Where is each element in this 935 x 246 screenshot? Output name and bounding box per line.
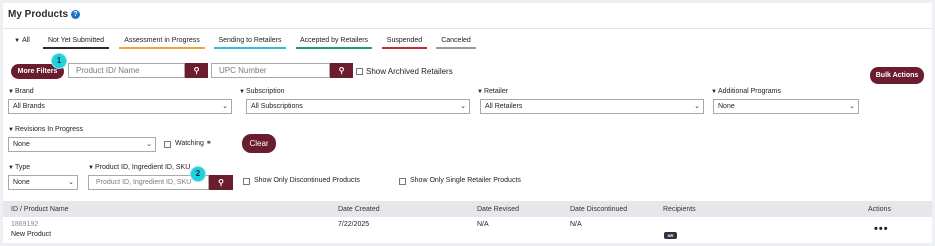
retailer-select[interactable]: All Retailers ⌄ — [480, 99, 704, 114]
table-header — [3, 201, 932, 217]
column-header-recipients: Recipients — [663, 206, 696, 213]
additional-programs-label: ▼Additional Programs — [711, 88, 781, 95]
chevron-down-icon: ⌄ — [694, 103, 700, 110]
show-archived-label: Show Archived Retailers — [366, 67, 453, 76]
search-icon: ⚲ — [193, 66, 200, 75]
tab-all[interactable]: ▼ All — [11, 36, 33, 49]
product-id-label: ▼Product ID, Ingredient ID, SKU — [88, 164, 191, 171]
tab-canceled[interactable]: Canceled — [436, 36, 476, 49]
single-retailer-checkbox[interactable] — [399, 178, 406, 185]
product-id-search-button[interactable]: ⚲ — [209, 175, 233, 190]
filter-icon: ▼ — [711, 89, 717, 95]
single-retailer-label: Show Only Single Retailer Products — [410, 177, 521, 184]
subscription-label: ▼Subscription — [239, 88, 285, 95]
clear-button[interactable]: Clear — [242, 134, 276, 153]
retailer-label: ▼Retailer — [477, 88, 509, 95]
search-icon: ⚲ — [338, 66, 345, 75]
product-id-link[interactable]: 1869192 — [11, 221, 38, 228]
date-discontinued-cell: N/A — [570, 221, 582, 228]
filter-icon: ▼ — [8, 165, 14, 171]
upc-search-button[interactable]: ⚲ — [330, 63, 353, 78]
divider — [3, 28, 932, 29]
type-select[interactable]: None ⌄ — [8, 175, 78, 190]
product-search-input[interactable]: Product ID/ Name — [68, 63, 185, 78]
tab-not-yet-submitted[interactable]: Not Yet Submitted — [43, 36, 109, 49]
chevron-down-icon: ⌄ — [849, 103, 855, 110]
product-name: New Product — [11, 231, 52, 238]
discontinued-label: Show Only Discontinued Products — [254, 177, 360, 184]
column-header-actions: Actions — [868, 206, 891, 213]
chevron-down-icon: ⌄ — [460, 103, 466, 110]
more-icon: ••• — [874, 223, 889, 235]
bulk-actions-button[interactable]: Bulk Actions — [870, 67, 924, 84]
filter-icon: ▼ — [14, 38, 21, 44]
upc-search-input[interactable]: UPC Number — [211, 63, 330, 78]
subscription-select[interactable]: All Subscriptions ⌄ — [246, 99, 470, 114]
recipient-badge: NR — [664, 232, 677, 239]
filter-icon: ▼ — [477, 89, 483, 95]
revisions-select[interactable]: None ⌄ — [8, 137, 156, 152]
show-archived-checkbox[interactable] — [356, 68, 363, 75]
product-search-button[interactable]: ⚲ — [185, 63, 208, 78]
filter-icon: ▼ — [8, 89, 14, 95]
tab-assessment-in-progress[interactable]: Assessment in Progress — [119, 36, 205, 49]
discontinued-checkbox[interactable] — [243, 178, 250, 185]
additional-programs-select[interactable]: None ⌄ — [713, 99, 859, 114]
column-header-date-revised[interactable]: Date Revised — [477, 206, 519, 213]
row-actions-menu[interactable]: ••• — [874, 223, 889, 235]
type-label: ▼Type — [8, 164, 31, 171]
date-created-cell: 7/22/2025 — [338, 221, 370, 228]
question-circle-icon[interactable]: ? — [71, 10, 81, 19]
column-header-date-discontinued[interactable]: Date Discontinued — [570, 206, 627, 213]
column-header-date-created[interactable]: Date Created — [338, 206, 380, 213]
revisions-label: ▼Revisions In Progress — [8, 126, 84, 133]
brand-label: ▼Brand — [8, 88, 34, 95]
watching-label: Watching ⚭ — [175, 140, 212, 147]
search-icon: ⚲ — [218, 178, 224, 187]
page-title: My Products? — [8, 9, 81, 20]
filter-icon: ▼ — [8, 127, 14, 133]
filter-icon: ▼ — [88, 165, 94, 171]
chevron-down-icon: ⌄ — [222, 103, 228, 110]
brand-select[interactable]: All Brands ⌄ — [8, 99, 232, 114]
binoculars-icon: ⚭ — [205, 140, 212, 147]
chevron-down-icon: ⌄ — [146, 141, 152, 148]
chevron-down-icon: ⌄ — [68, 179, 74, 186]
watching-checkbox[interactable] — [164, 141, 171, 148]
tab-sending-to-retailers[interactable]: Sending to Retailers — [214, 36, 286, 49]
filter-icon: ▼ — [239, 89, 245, 95]
callout-badge-2: 2 — [191, 167, 205, 181]
date-revised-cell: N/A — [477, 221, 489, 228]
tab-accepted-by-retailers[interactable]: Accepted by Retailers — [296, 36, 372, 49]
products-page: My Products? ▼ All Not Yet Submitted Asse… — [3, 3, 932, 243]
column-header-id[interactable]: ID / Product Name — [11, 206, 69, 213]
callout-badge-1: 1 — [52, 54, 66, 68]
tab-suspended[interactable]: Suspended — [382, 36, 427, 49]
